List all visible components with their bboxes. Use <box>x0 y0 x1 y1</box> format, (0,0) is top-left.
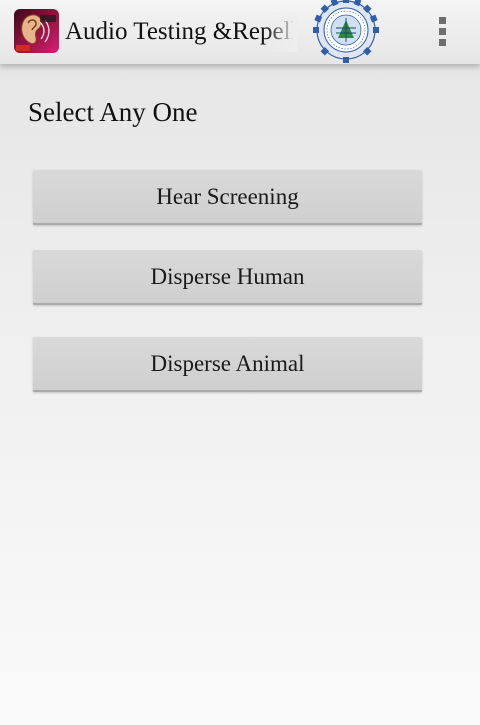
disperse-human-button[interactable]: Disperse Human <box>33 250 422 305</box>
overflow-menu-icon[interactable] <box>428 10 458 54</box>
ear-app-icon[interactable] <box>14 9 59 53</box>
hear-screening-button[interactable]: Hear Screening <box>33 170 422 225</box>
app-title: Audio Testing &Repell <box>65 18 293 45</box>
action-bar: Audio Testing &Repell <box>0 0 480 64</box>
page-prompt: Select Any One <box>28 97 198 127</box>
institution-seal-icon <box>308 0 384 64</box>
title-fade <box>265 12 297 52</box>
disperse-animal-button[interactable]: Disperse Animal <box>33 337 422 392</box>
